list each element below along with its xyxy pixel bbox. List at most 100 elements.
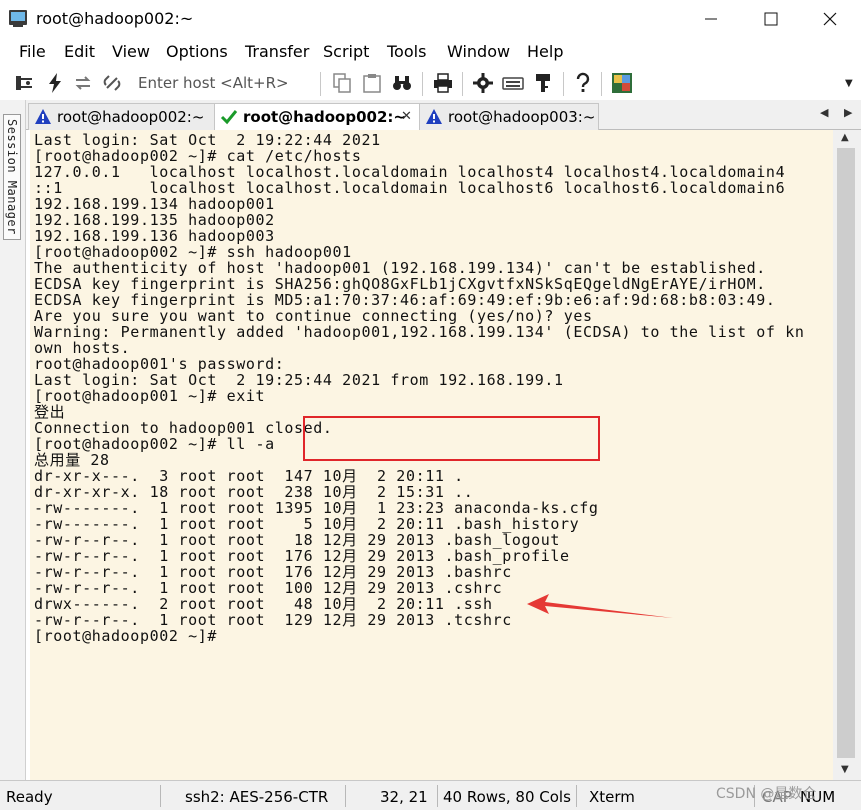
connected-checkmark-icon: [220, 110, 238, 125]
terminal-line: own hosts.: [34, 339, 131, 357]
close-button[interactable]: [800, 0, 860, 38]
warning-icon: [426, 109, 442, 124]
tab-scroll-right-icon[interactable]: ▶: [844, 106, 852, 119]
securecrt-app-icon: [9, 10, 27, 27]
scroll-up-arrow-icon[interactable]: ▲: [841, 132, 849, 143]
terminal-line: -rw-r--r--. 1 root root 18 12月 29 2013 .…: [34, 531, 561, 549]
status-separator: [160, 785, 161, 807]
menu-bar: File Edit View Options Transfer Script T…: [0, 38, 861, 66]
find-binoculars-icon[interactable]: [391, 72, 413, 94]
terminal-line: -rw-r--r--. 1 root root 176 12月 29 2013 …: [34, 563, 512, 581]
terminal-line: Last login: Sat Oct 2 19:22:44 2021: [34, 131, 381, 149]
terminal-line: 192.168.199.134 hadoop001: [34, 195, 275, 213]
warning-icon: [35, 109, 51, 124]
terminal-line: ECDSA key fingerprint is MD5:a1:70:37:46…: [34, 291, 776, 309]
paste-icon[interactable]: [361, 72, 383, 94]
menu-tools[interactable]: Tools: [387, 42, 426, 61]
terminal-line: drwx------. 2 root root 48 10月 2 20:11 .…: [34, 595, 493, 613]
session-manager-panel: Session Manager: [0, 100, 26, 780]
menu-window[interactable]: Window: [447, 42, 510, 61]
tab-close-icon[interactable]: ✕: [401, 109, 412, 124]
terminal-line: [root@hadoop001 ~]# exit: [34, 387, 266, 405]
terminal-line: Last login: Sat Oct 2 19:25:44 2021 from…: [34, 371, 564, 389]
status-separator: [345, 785, 346, 807]
quick-connect-lightning-icon[interactable]: [44, 72, 66, 94]
maximize-icon: [764, 12, 778, 26]
toolbar-overflow-chevron-icon[interactable]: ▼: [845, 78, 853, 89]
menu-view[interactable]: View: [112, 42, 150, 61]
toolbar-separator: [563, 72, 564, 96]
annotation-highlight-box: [303, 416, 600, 461]
terminal-line: [root@hadoop002 ~]#: [34, 627, 217, 645]
tab-label: root@hadoop002:~: [243, 108, 406, 126]
help-question-icon[interactable]: [572, 72, 594, 94]
terminal-scrollbar[interactable]: ▲ ▼: [833, 130, 861, 780]
maximize-button[interactable]: [741, 0, 801, 38]
terminal-line: [root@hadoop002 ~]# cat /etc/hosts: [34, 147, 362, 165]
terminal-line: Are you sure you want to continue connec…: [34, 307, 593, 325]
status-separator: [576, 785, 577, 807]
menu-transfer[interactable]: Transfer: [245, 42, 309, 61]
scroll-down-arrow-icon[interactable]: ▼: [841, 764, 849, 775]
terminal-line: dr-xr-xr-x. 18 root root 238 10月 2 15:31…: [34, 483, 474, 501]
menu-edit[interactable]: Edit: [64, 42, 95, 61]
status-separator: [437, 785, 438, 807]
status-emulation: Xterm: [589, 788, 635, 806]
terminal-line: Warning: Permanently added 'hadoop001,19…: [34, 323, 805, 341]
toolbar-separator: [422, 72, 423, 96]
tab-session-2[interactable]: root@hadoop002:~ ✕: [214, 103, 420, 131]
terminal-line: 127.0.0.1 localhost localhost.localdomai…: [34, 163, 786, 181]
menu-help[interactable]: Help: [527, 42, 563, 61]
connect-icon[interactable]: [14, 72, 36, 94]
terminal-line: -rw-r--r--. 1 root root 176 12月 29 2013 …: [34, 547, 570, 565]
terminal-line: Connection to hadoop001 closed.: [34, 419, 333, 437]
menu-script[interactable]: Script: [323, 42, 369, 61]
menu-file[interactable]: File: [19, 42, 46, 61]
status-cursor-position: 32, 21: [380, 788, 428, 806]
settings-gear-icon[interactable]: [472, 72, 494, 94]
terminal-line: -rw-r--r--. 1 root root 100 12月 29 2013 …: [34, 579, 503, 597]
tab-session-1[interactable]: root@hadoop002:~: [28, 103, 215, 130]
sftp-key-icon[interactable]: [532, 72, 554, 94]
toolbar: ▼: [0, 66, 861, 100]
tab-session-3[interactable]: root@hadoop003:~: [419, 103, 599, 130]
terminal-line: ECDSA key fingerprint is SHA256:ghQO8GxF…: [34, 275, 766, 293]
tab-label: root@hadoop002:~: [57, 108, 205, 126]
copy-icon[interactable]: [331, 72, 353, 94]
tab-scroll-left-icon[interactable]: ◀: [820, 106, 828, 119]
terminal-line: -rw-r--r--. 1 root root 129 12月 29 2013 …: [34, 611, 512, 629]
terminal-line: -rw-------. 1 root root 1395 10月 1 23:23…: [34, 499, 599, 517]
terminal-line: -rw-------. 1 root root 5 10月 2 20:11 .b…: [34, 515, 580, 533]
terminal-line: [root@hadoop002 ~]# ssh hadoop001: [34, 243, 352, 261]
toolbar-separator: [320, 72, 321, 96]
terminal-line: 192.168.199.135 hadoop002: [34, 211, 275, 229]
minimize-button[interactable]: [681, 0, 741, 38]
terminal-line: 总用量 28: [34, 451, 110, 469]
terminal-line: [root@hadoop002 ~]# ll -a: [34, 435, 275, 453]
annotation-arrow-icon: [527, 594, 673, 618]
session-manager-tab[interactable]: Session Manager: [3, 114, 21, 240]
terminal-line: dr-xr-x---. 3 root root 147 10月 2 20:11 …: [34, 467, 464, 485]
menu-options[interactable]: Options: [166, 42, 228, 61]
keymap-keyboard-icon[interactable]: [502, 72, 524, 94]
close-icon: [823, 12, 837, 26]
window-title: root@hadoop002:~: [36, 9, 194, 28]
print-icon[interactable]: [432, 72, 454, 94]
enter-host-input[interactable]: [132, 71, 310, 95]
terminal-line: 192.168.199.136 hadoop003: [34, 227, 275, 245]
session-options-icon[interactable]: [611, 72, 633, 94]
terminal-line: 登出: [34, 403, 66, 421]
title-bar: root@hadoop002:~: [0, 0, 861, 38]
reconnect-icon[interactable]: [72, 72, 94, 94]
toolbar-separator: [462, 72, 463, 96]
watermark: CSDN @是数仓: [716, 786, 817, 802]
tab-bar: root@hadoop002:~ root@hadoop002:~ ✕ root…: [26, 100, 861, 131]
scrollbar-thumb[interactable]: [837, 148, 855, 758]
terminal-line: root@hadoop001's password:: [34, 355, 285, 373]
minimize-icon: [705, 18, 717, 20]
status-ready: Ready: [6, 788, 53, 806]
terminal-line: The authenticity of host 'hadoop001 (192…: [34, 259, 766, 277]
toolbar-separator: [601, 72, 602, 96]
status-cipher: ssh2: AES-256-CTR: [185, 788, 329, 806]
disconnect-icon[interactable]: [101, 72, 123, 94]
